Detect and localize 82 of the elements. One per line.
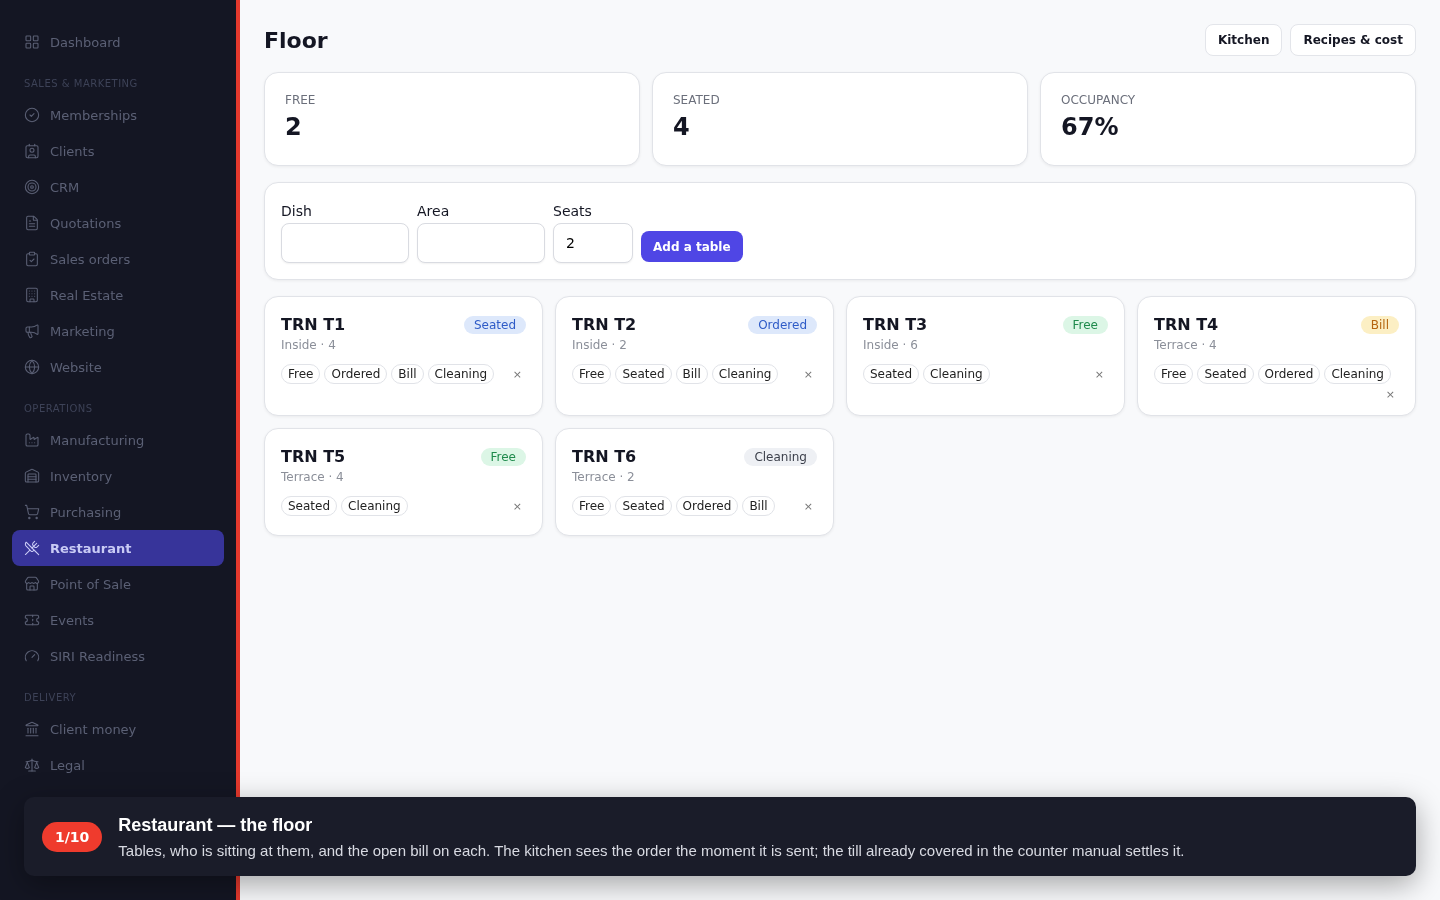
close-button[interactable]: × <box>508 499 526 513</box>
status-badge: Ordered <box>748 315 817 334</box>
stat-value: 2 <box>285 113 303 141</box>
add-table-button[interactable]: Add a table <box>641 231 743 262</box>
table-name: TRN T4 <box>1154 315 1219 334</box>
table-meta: Inside · 6 <box>863 338 919 352</box>
status-badge: Bill <box>1360 315 1399 334</box>
status-chip[interactable]: Free <box>572 496 612 516</box>
status-chip[interactable]: Seated <box>1197 364 1254 384</box>
status-chip[interactable]: Cleaning <box>1324 364 1391 384</box>
status-chip[interactable]: Bill <box>742 496 775 516</box>
document-icon <box>24 215 40 231</box>
table-name: TRN T6 <box>572 447 637 466</box>
status-chip[interactable]: Ordered <box>1257 364 1321 384</box>
status-chip[interactable]: Bill <box>675 364 708 384</box>
field-label: Seats <box>553 203 593 219</box>
status-badge: Free <box>1062 315 1108 334</box>
status-chip[interactable]: Free <box>281 364 321 384</box>
input-field[interactable] <box>417 223 545 263</box>
header-button[interactable]: Recipes & cost <box>1290 24 1416 56</box>
stat-value: 67% <box>1061 113 1120 141</box>
ticket-icon <box>24 612 40 628</box>
close-button[interactable]: × <box>799 367 817 381</box>
stat-label: SEATED <box>673 93 721 107</box>
close-button[interactable]: × <box>799 499 817 513</box>
scale-icon <box>24 757 40 773</box>
status-chip[interactable]: Seated <box>281 496 338 516</box>
gauge-icon <box>24 648 40 664</box>
close-button[interactable]: × <box>1090 367 1108 381</box>
status-chip[interactable]: Cleaning <box>427 364 495 384</box>
field-label: Dish <box>281 203 313 219</box>
status-chip[interactable]: Ordered <box>324 364 388 384</box>
table-meta: Inside · 2 <box>572 338 628 352</box>
store-icon <box>24 576 40 592</box>
factory-icon <box>24 432 40 448</box>
megaphone-icon <box>24 323 40 339</box>
status-chip[interactable]: Free <box>1154 364 1194 384</box>
stat-label: OCCUPANCY <box>1061 93 1137 107</box>
status-chip[interactable]: Cleaning <box>711 364 779 384</box>
status-chip[interactable]: Cleaning <box>341 496 408 516</box>
clipboard-icon <box>24 251 40 267</box>
close-button[interactable]: × <box>1381 388 1399 401</box>
input-field[interactable]: 2 <box>553 223 633 263</box>
status-badge: Cleaning <box>744 447 817 466</box>
status-badge: Seated <box>463 315 526 334</box>
sidebar-item[interactable]: Restaurant <box>12 530 224 566</box>
warehouse-icon <box>24 468 40 484</box>
step-badge: 1/10 <box>42 821 103 852</box>
grid-icon <box>24 34 40 50</box>
table-meta: Inside · 4 <box>281 338 337 352</box>
field-label: Area <box>417 203 451 219</box>
status-chip[interactable]: Bill <box>391 364 424 384</box>
building-icon <box>24 287 40 303</box>
table-meta: Terrace · 4 <box>1154 338 1218 352</box>
page-title: Floor <box>264 27 328 53</box>
status-chip[interactable]: Cleaning <box>923 364 990 384</box>
globe-icon <box>24 359 40 375</box>
table-name: TRN T5 <box>281 447 346 466</box>
close-button[interactable]: × <box>508 367 526 381</box>
table-name: TRN T3 <box>863 315 928 334</box>
status-chip[interactable]: Seated <box>863 364 920 384</box>
contact-card-icon <box>24 143 40 159</box>
stat-label: FREE <box>285 93 317 107</box>
status-chip[interactable]: Ordered <box>675 496 739 516</box>
check-circle-icon <box>24 107 40 123</box>
stat-value: 4 <box>673 113 691 141</box>
cart-icon <box>24 504 40 520</box>
bank-icon <box>24 721 40 737</box>
target-icon <box>24 179 40 195</box>
status-chip[interactable]: Seated <box>615 496 672 516</box>
table-meta: Terrace · 2 <box>572 470 636 484</box>
table-name: TRN T2 <box>572 315 637 334</box>
input-field[interactable] <box>281 223 409 263</box>
table-name: TRN T1 <box>281 315 346 334</box>
status-chip[interactable]: Free <box>572 364 612 384</box>
header-button[interactable]: Kitchen <box>1204 24 1283 56</box>
status-badge: Free <box>480 447 526 466</box>
table-meta: Terrace · 4 <box>281 470 345 484</box>
tour-title: Restaurant — the floor <box>118 814 314 836</box>
tour-text: Tables, who is sitting at them, and the open bill on each. The kitchen sees the order the moment it is sent; the till already covered in the counter manual settles it. <box>118 841 1185 859</box>
status-chip[interactable]: Seated <box>615 364 672 384</box>
utensils-icon <box>24 540 40 556</box>
